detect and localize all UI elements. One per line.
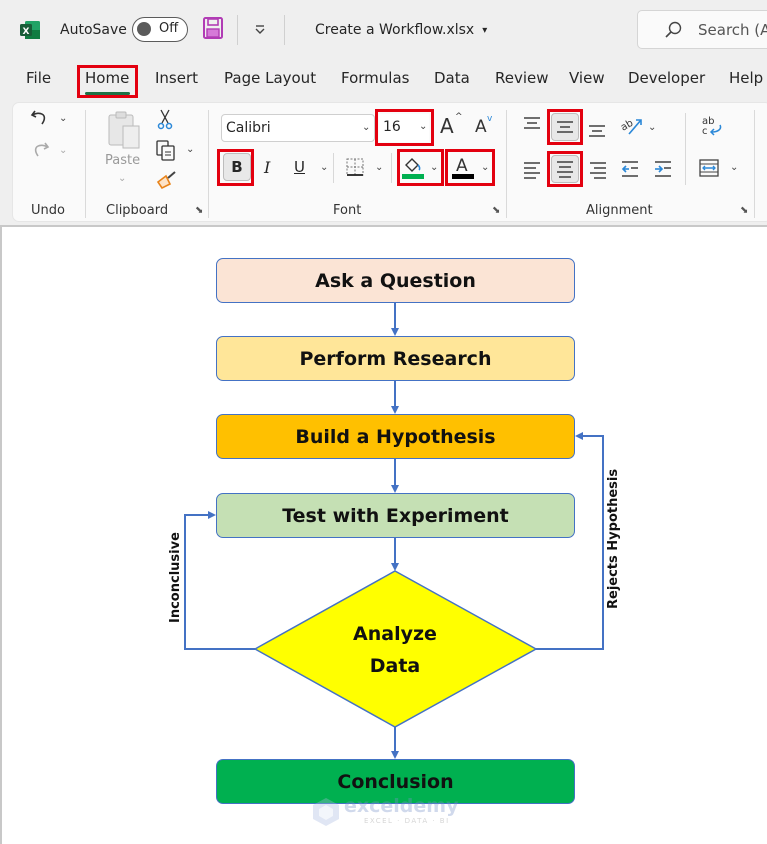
watermark-logo-icon	[313, 798, 339, 826]
watermark-name: exceldemy	[344, 795, 459, 817]
step-label: Perform Research	[299, 347, 492, 370]
decision-label-line2: Data	[369, 655, 421, 677]
step-ask-question[interactable]: Ask a Question	[216, 258, 575, 303]
inconclusive-label: Inconclusive	[168, 532, 183, 623]
decision-label-line1: Analyze	[353, 623, 437, 645]
watermark-tagline: EXCEL · DATA · BI	[364, 817, 450, 825]
step-label: Conclusion	[337, 770, 454, 793]
watermark: exceldemy EXCEL · DATA · BI	[312, 795, 458, 827]
loop-rejects-hypothesis	[536, 432, 604, 650]
step-label: Build a Hypothesis	[295, 425, 496, 448]
step-perform-research[interactable]: Perform Research	[216, 336, 575, 381]
step-test-experiment[interactable]: Test with Experiment	[216, 493, 575, 538]
step-label: Test with Experiment	[282, 504, 509, 527]
step-label: Ask a Question	[315, 269, 476, 292]
rejects-hypothesis-label: Rejects Hypothesis	[606, 468, 621, 609]
step-build-hypothesis[interactable]: Build a Hypothesis	[216, 414, 575, 459]
